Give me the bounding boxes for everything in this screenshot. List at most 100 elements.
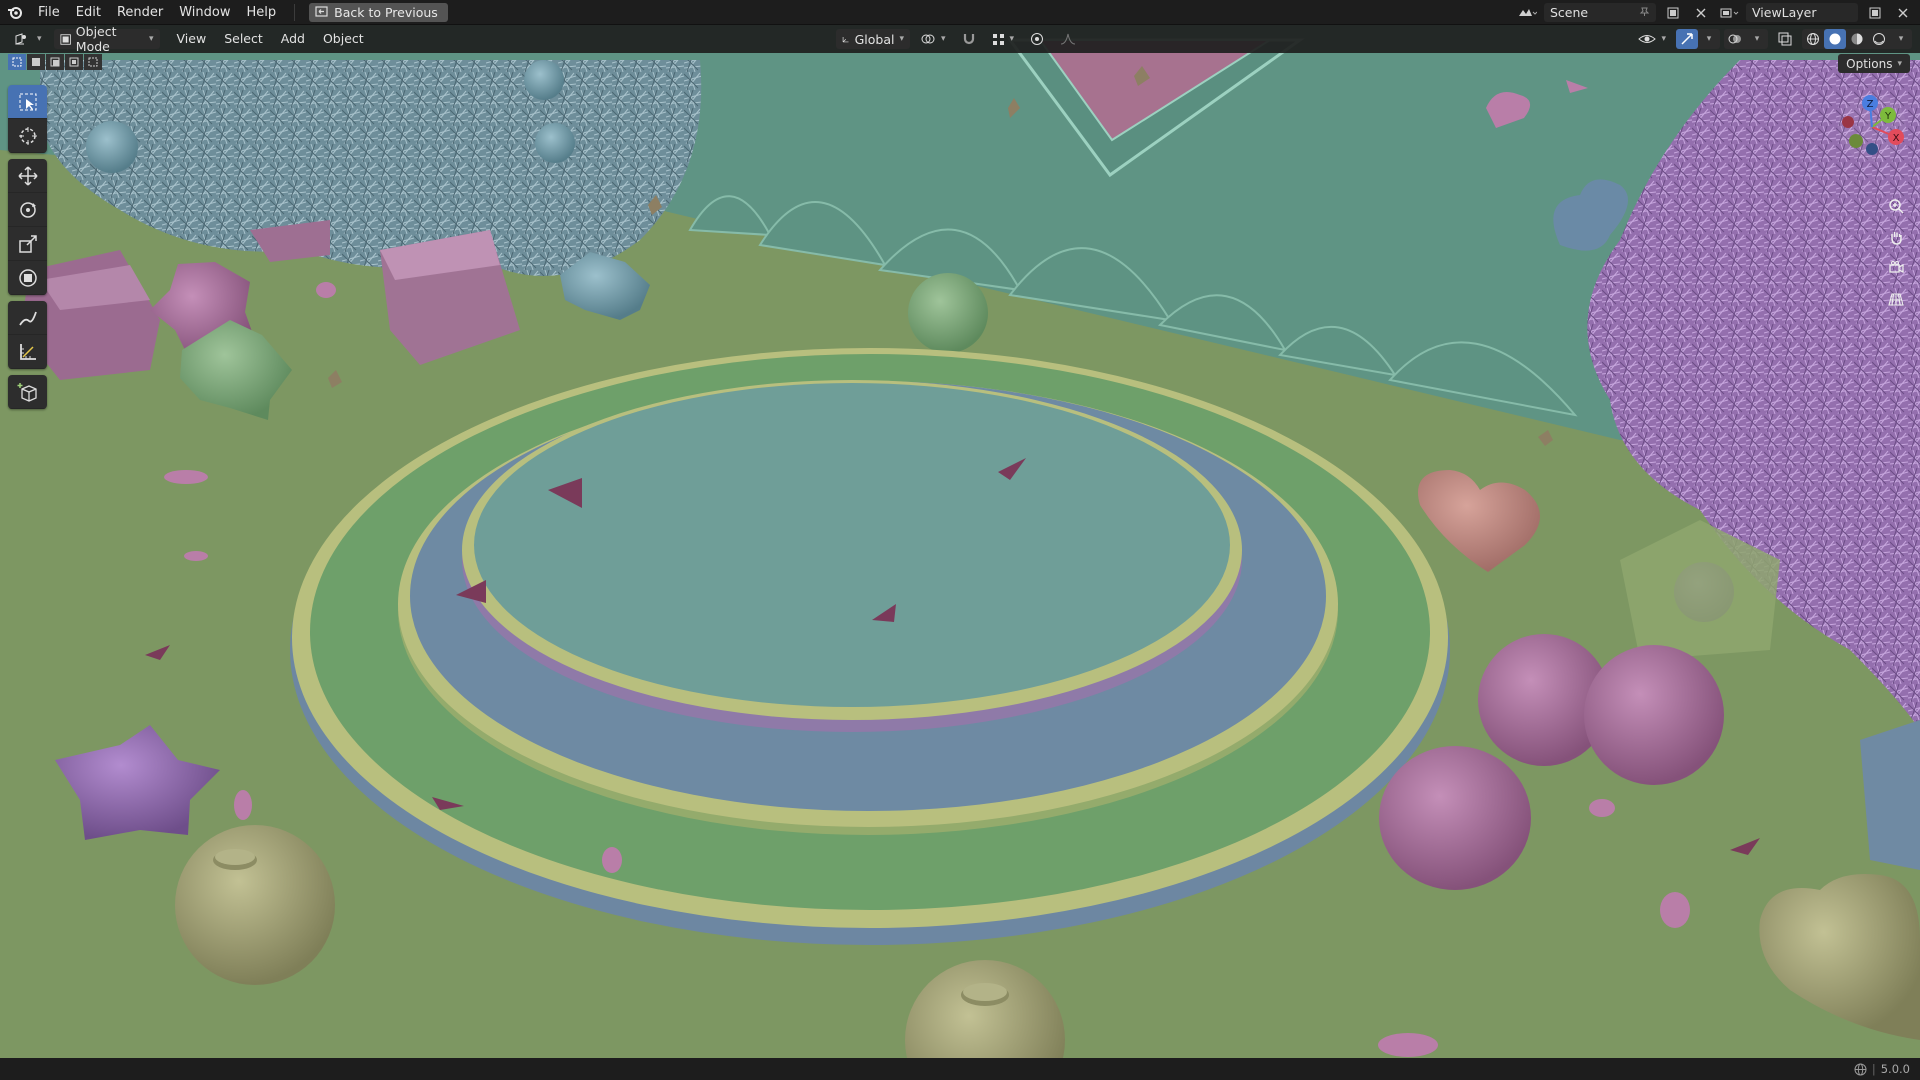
overlays-dropdown-icon[interactable]: ▾ bbox=[1746, 29, 1768, 49]
viewlayer-selector-icon[interactable] bbox=[1718, 3, 1740, 22]
menu-select[interactable]: Select bbox=[215, 29, 272, 49]
gizmo-x-label: X bbox=[1893, 133, 1900, 144]
gizmo-z-label: Z bbox=[1867, 99, 1874, 110]
menu-add[interactable]: Add bbox=[272, 29, 314, 49]
delete-viewlayer-icon[interactable] bbox=[1892, 3, 1914, 22]
viewlayer-name-field[interactable]: ViewLayer bbox=[1746, 3, 1858, 22]
add-cube-icon bbox=[17, 382, 37, 402]
gizmo-dropdown-icon[interactable]: ▾ bbox=[1698, 29, 1720, 49]
menu-window[interactable]: Window bbox=[171, 0, 238, 25]
cursor-icon bbox=[18, 126, 37, 145]
shading-dropdown-icon[interactable]: ▾ bbox=[1890, 29, 1912, 49]
falloff-dropdown[interactable] bbox=[1054, 29, 1082, 49]
select-subtract-icon[interactable] bbox=[46, 54, 64, 70]
top-menu-bar: File Edit Render Window Help Back to Pre… bbox=[0, 0, 1920, 25]
rotate-icon bbox=[19, 201, 36, 218]
select-box-tool[interactable] bbox=[8, 85, 47, 119]
select-box-icon bbox=[19, 93, 36, 110]
menu-object[interactable]: Object bbox=[314, 29, 373, 49]
gizmo-toggle-group: ▾ bbox=[1676, 29, 1720, 49]
tool-shelf bbox=[8, 85, 47, 415]
pivot-point-dropdown[interactable]: ▾ bbox=[914, 29, 952, 49]
chevron-down-icon: ▾ bbox=[1661, 34, 1666, 44]
snap-toggle[interactable] bbox=[956, 29, 982, 49]
cursor-tool[interactable] bbox=[8, 119, 47, 153]
perspective-grid-icon[interactable] bbox=[1882, 285, 1910, 312]
scene-name: Scene bbox=[1550, 5, 1589, 20]
xray-toggle[interactable] bbox=[1772, 29, 1798, 49]
transform-orientation-dropdown[interactable]: Global ▾ bbox=[836, 29, 910, 49]
eye-icon bbox=[1638, 35, 1657, 43]
editor-type-selector[interactable]: ▾ bbox=[8, 29, 48, 49]
rotate-tool[interactable] bbox=[8, 193, 47, 227]
menu-separator bbox=[294, 3, 296, 21]
delete-scene-icon[interactable] bbox=[1690, 3, 1712, 22]
camera-view-icon[interactable] bbox=[1882, 254, 1910, 281]
gizmo-y-negative[interactable] bbox=[1849, 134, 1863, 148]
back-to-previous-button[interactable]: Back to Previous bbox=[309, 2, 448, 22]
solid-shading-icon[interactable] bbox=[1824, 29, 1846, 49]
chevron-down-icon: ▾ bbox=[941, 34, 946, 44]
blender-logo-icon[interactable] bbox=[0, 0, 30, 25]
material-preview-icon[interactable] bbox=[1846, 29, 1868, 49]
scene-name-field[interactable]: Scene bbox=[1544, 3, 1656, 22]
viewport-navigation-buttons bbox=[1882, 192, 1910, 312]
select-intersect-icon[interactable] bbox=[84, 54, 102, 70]
blender-version: 5.0.0 bbox=[1880, 1062, 1910, 1076]
transform-controls: Global ▾ ▾ ▾ bbox=[836, 29, 1082, 49]
viewlayer-name: ViewLayer bbox=[1752, 5, 1817, 20]
transform-icon bbox=[18, 268, 37, 287]
navigation-gizmo[interactable]: X Y Z bbox=[1830, 85, 1910, 175]
scene-selector-icon[interactable] bbox=[1516, 3, 1538, 22]
gizmo-toggle-icon[interactable] bbox=[1676, 29, 1698, 49]
scene-render[interactable] bbox=[0, 25, 1920, 1058]
menu-edit[interactable]: Edit bbox=[68, 0, 109, 25]
pin-icon[interactable] bbox=[1639, 5, 1650, 20]
add-cube-tool[interactable] bbox=[8, 375, 47, 409]
chevron-down-icon: ▾ bbox=[1897, 58, 1902, 69]
overlays-toggle-group: ▾ bbox=[1724, 29, 1768, 49]
move-tool[interactable] bbox=[8, 159, 47, 193]
proportional-editing-toggle[interactable] bbox=[1024, 29, 1050, 49]
orientation-label: Global bbox=[854, 31, 895, 47]
selection-mode-buttons bbox=[8, 54, 102, 70]
scale-tool[interactable] bbox=[8, 227, 47, 261]
visibility-dropdown[interactable]: ▾ bbox=[1632, 29, 1672, 49]
chevron-down-icon: ▾ bbox=[1009, 34, 1015, 44]
gizmo-z-negative[interactable] bbox=[1866, 143, 1878, 155]
measure-icon bbox=[19, 343, 36, 360]
measure-tool[interactable] bbox=[8, 335, 47, 369]
menu-help[interactable]: Help bbox=[239, 0, 285, 25]
xray-icon bbox=[1778, 32, 1792, 46]
globe-icon bbox=[1854, 1063, 1867, 1075]
wireframe-shading-icon[interactable] bbox=[1802, 29, 1824, 49]
annotate-tool[interactable] bbox=[8, 301, 47, 335]
new-scene-icon[interactable] bbox=[1662, 3, 1684, 22]
menu-view[interactable]: View bbox=[168, 29, 216, 49]
rendered-shading-icon[interactable] bbox=[1868, 29, 1890, 49]
chevron-down-icon: ▾ bbox=[1898, 34, 1904, 44]
select-new-icon[interactable] bbox=[8, 54, 26, 70]
snap-grid-icon bbox=[992, 33, 1004, 45]
new-viewlayer-icon[interactable] bbox=[1864, 3, 1886, 22]
chevron-down-icon: ▾ bbox=[1706, 34, 1712, 44]
menu-file[interactable]: File bbox=[30, 0, 68, 25]
annotate-icon bbox=[18, 311, 37, 325]
menu-render[interactable]: Render bbox=[109, 0, 171, 25]
object-mode-dropdown[interactable]: Object Mode ▾ bbox=[53, 24, 160, 54]
viewport-options-button[interactable]: Options ▾ bbox=[1838, 54, 1910, 73]
zoom-icon[interactable] bbox=[1882, 192, 1910, 219]
overlays-toggle-icon[interactable] bbox=[1724, 29, 1746, 49]
gizmo-x-negative[interactable] bbox=[1842, 116, 1854, 128]
viewport-display-controls: ▾ ▾ ▾ ▾ bbox=[1632, 29, 1912, 49]
scale-icon bbox=[18, 234, 37, 253]
proportional-editing-icon bbox=[1031, 33, 1044, 45]
3d-viewport[interactable]: Options ▾ X Y Z bbox=[0, 25, 1920, 1058]
status-bar: | 5.0.0 bbox=[0, 1058, 1920, 1080]
select-extend-icon[interactable] bbox=[27, 54, 45, 70]
shading-mode-group: ▾ bbox=[1802, 29, 1912, 49]
select-invert-icon[interactable] bbox=[65, 54, 83, 70]
pan-hand-icon[interactable] bbox=[1882, 223, 1910, 250]
transform-tool[interactable] bbox=[8, 261, 47, 295]
snap-target-dropdown[interactable]: ▾ bbox=[986, 29, 1021, 49]
